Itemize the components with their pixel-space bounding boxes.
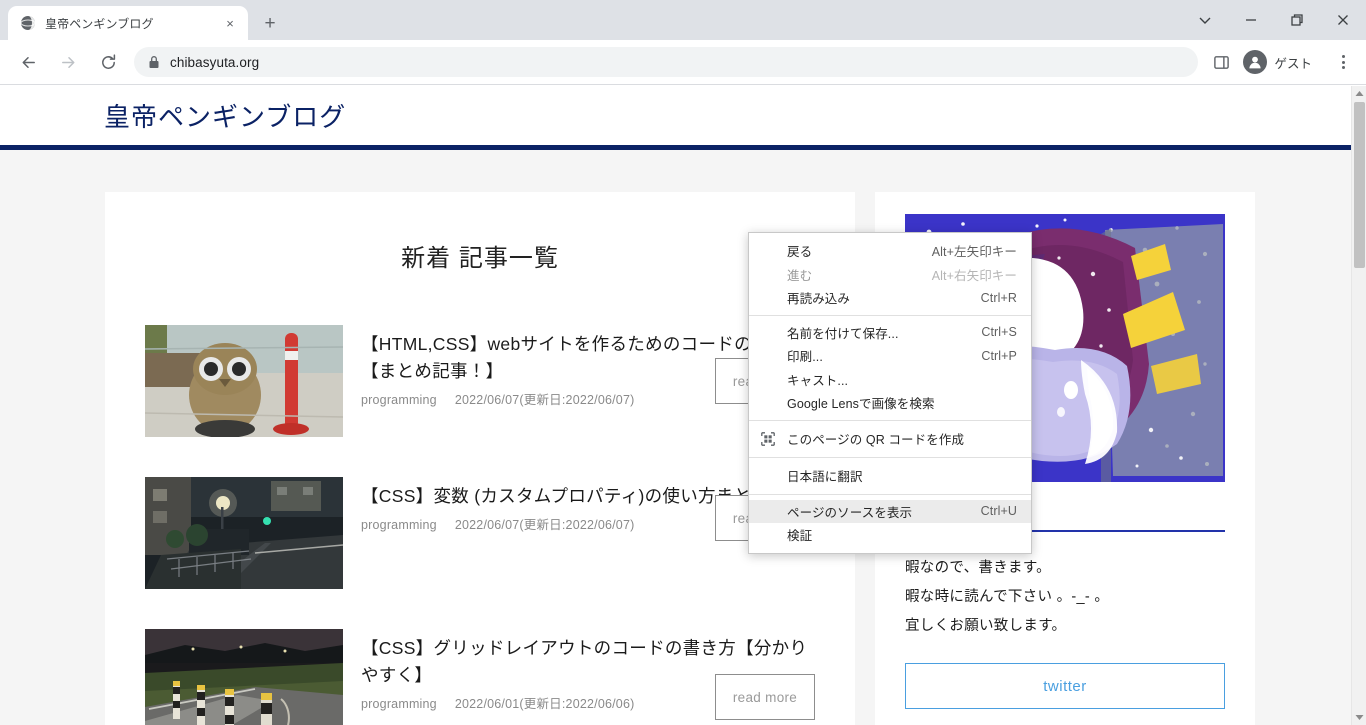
menu-separator xyxy=(749,419,1031,421)
menu-item-label: Google Lensで画像を検索 xyxy=(787,397,935,412)
menu-item-create-qr-code[interactable]: このページの QR コードを作成 xyxy=(749,426,1031,452)
profile-bio-line: 宜しくお願い致します。 xyxy=(905,618,1067,634)
maximize-button[interactable] xyxy=(1274,0,1320,40)
chevron-down-icon[interactable] xyxy=(1182,0,1228,40)
scroll-down-arrow-icon[interactable] xyxy=(1352,710,1366,725)
address-bar[interactable]: chibasyuta.org xyxy=(134,47,1199,77)
browser-tab[interactable]: 皇帝ペンギンブログ × xyxy=(8,6,248,40)
article-date: 2022/06/01(更新日:2022/06/06) xyxy=(454,697,635,712)
article-thumbnail[interactable] xyxy=(145,325,343,437)
kebab-menu-icon[interactable] xyxy=(1328,47,1358,77)
close-icon[interactable]: × xyxy=(220,13,240,33)
reload-button[interactable] xyxy=(91,45,125,79)
lock-icon xyxy=(148,55,160,69)
page-title: 新着 記事一覧 xyxy=(401,245,559,272)
menu-item-label: ページのソースを表示 xyxy=(787,505,913,520)
article-date: 2022/06/07(更新日:2022/06/07) xyxy=(454,393,635,408)
profile-name: ゲスト xyxy=(1274,56,1312,71)
avatar xyxy=(1243,50,1268,74)
article-list-card: 新着 記事一覧 【HTML,CSS】webサイトを作るためのコードの書き方【まと… xyxy=(105,192,855,725)
browser-window: 皇帝ペンギンブログ × + chibasyuta.org ゲスト 皇帝ペンギンブ… xyxy=(0,0,1366,725)
article-body: 【CSS】グリッドレイアウトのコードの書き方【分かりやすく】 programmi… xyxy=(361,629,815,721)
article-item[interactable]: 【CSS】変数 (カスタムプロパティ)の使い方まとめ programming 2… xyxy=(105,477,855,605)
tab-strip: 皇帝ペンギンブログ × + xyxy=(0,0,1366,40)
menu-item-cast[interactable]: キャスト... xyxy=(749,368,1031,392)
menu-item-back[interactable]: 戻る Alt+左矢印キー xyxy=(749,239,1031,263)
profile-chip[interactable]: ゲスト xyxy=(1240,47,1324,77)
new-tab-button[interactable]: + xyxy=(256,9,284,37)
menu-item-shortcut: Alt+左矢印キー xyxy=(931,245,1017,260)
menu-separator xyxy=(749,456,1031,458)
article-thumbnail[interactable] xyxy=(145,629,343,725)
menu-item-label: このページの QR コードを作成 xyxy=(787,433,965,447)
tab-title: 皇帝ペンギンブログ xyxy=(45,16,154,31)
page-viewport: 皇帝ペンギンブログ 新着 記事一覧 【HTML,CSS】webサイトを作るための… xyxy=(0,86,1366,725)
profile-bio-line: 暇な時に読んで下さい 。-_- 。 xyxy=(905,589,1110,605)
header-divider xyxy=(0,145,1366,150)
menu-item-label: 名前を付けて保存... xyxy=(787,326,899,341)
close-window-button[interactable] xyxy=(1320,0,1366,40)
menu-item-label: 戻る xyxy=(787,245,813,260)
menu-item-label: 日本語に翻訳 xyxy=(787,470,863,484)
menu-item-reload[interactable]: 再読み込み Ctrl+R xyxy=(749,286,1031,310)
menu-item-google-lens[interactable]: Google Lensで画像を検索 xyxy=(749,391,1031,415)
article-category[interactable]: programming xyxy=(361,393,437,407)
scroll-up-arrow-icon[interactable] xyxy=(1352,86,1366,101)
twitter-button[interactable]: twitter xyxy=(905,663,1225,709)
profile-bio-line: 暇なので、書きます。 xyxy=(905,560,1051,576)
menu-separator xyxy=(749,314,1031,316)
article-item[interactable]: 【CSS】グリッドレイアウトのコードの書き方【分かりやすく】 programmi… xyxy=(105,629,855,725)
article-body: 【HTML,CSS】webサイトを作るためのコードの書き方【まとめ記事！】 pr… xyxy=(361,325,815,408)
back-button[interactable] xyxy=(11,45,45,79)
article-item[interactable]: 【HTML,CSS】webサイトを作るためのコードの書き方【まとめ記事！】 pr… xyxy=(105,325,855,453)
menu-separator xyxy=(749,493,1031,495)
browser-toolbar: chibasyuta.org ゲスト xyxy=(0,40,1366,85)
menu-item-translate-to-japanese[interactable]: 日本語に翻訳 xyxy=(749,463,1031,489)
article-category[interactable]: programming xyxy=(361,697,437,711)
article-date: 2022/06/07(更新日:2022/06/07) xyxy=(454,518,635,533)
minimize-button[interactable] xyxy=(1228,0,1274,40)
scrollbar-thumb[interactable] xyxy=(1354,102,1365,268)
page-scrollbar[interactable] xyxy=(1351,86,1366,725)
article-body: 【CSS】変数 (カスタムプロパティ)の使い方まとめ programming 2… xyxy=(361,477,815,542)
menu-item-view-page-source[interactable]: ページのソースを表示 Ctrl+U xyxy=(749,499,1031,523)
menu-item-shortcut: Alt+右矢印キー xyxy=(931,268,1017,283)
forward-button[interactable] xyxy=(51,45,85,79)
site-header: 皇帝ペンギンブログ xyxy=(0,86,1366,145)
menu-item-shortcut: Ctrl+P xyxy=(981,348,1017,363)
menu-item-shortcut: Ctrl+S xyxy=(981,325,1017,340)
menu-item-label: キャスト... xyxy=(787,373,849,388)
menu-item-shortcut: Ctrl+R xyxy=(980,290,1017,305)
menu-item-label: 進む xyxy=(787,268,813,283)
menu-item-label: 再読み込み xyxy=(787,292,851,307)
menu-item-save-as[interactable]: 名前を付けて保存... Ctrl+S xyxy=(749,321,1031,345)
globe-icon xyxy=(20,15,36,31)
site-title[interactable]: 皇帝ペンギンブログ xyxy=(104,97,346,134)
window-controls xyxy=(1182,0,1366,40)
menu-item-label: 検証 xyxy=(787,529,813,544)
side-panel-icon[interactable] xyxy=(1206,47,1236,77)
menu-item-print[interactable]: 印刷... Ctrl+P xyxy=(749,344,1031,368)
context-menu[interactable]: 戻る Alt+左矢印キー 進む Alt+右矢印キー 再読み込み Ctrl+R 名… xyxy=(748,232,1032,554)
url-text: chibasyuta.org xyxy=(170,54,260,70)
menu-item-forward[interactable]: 進む Alt+右矢印キー xyxy=(749,263,1031,287)
page-content: 新着 記事一覧 【HTML,CSS】webサイトを作るためのコードの書き方【まと… xyxy=(0,192,1366,725)
article-category[interactable]: programming xyxy=(361,518,437,532)
menu-item-shortcut: Ctrl+U xyxy=(980,504,1017,519)
menu-item-inspect[interactable]: 検証 xyxy=(749,523,1031,547)
toolbar-right-actions: ゲスト xyxy=(1206,47,1358,77)
qr-code-icon xyxy=(749,431,787,446)
read-more-button[interactable]: read more xyxy=(715,674,815,721)
menu-item-label: 印刷... xyxy=(787,350,823,365)
article-thumbnail[interactable] xyxy=(145,477,343,589)
